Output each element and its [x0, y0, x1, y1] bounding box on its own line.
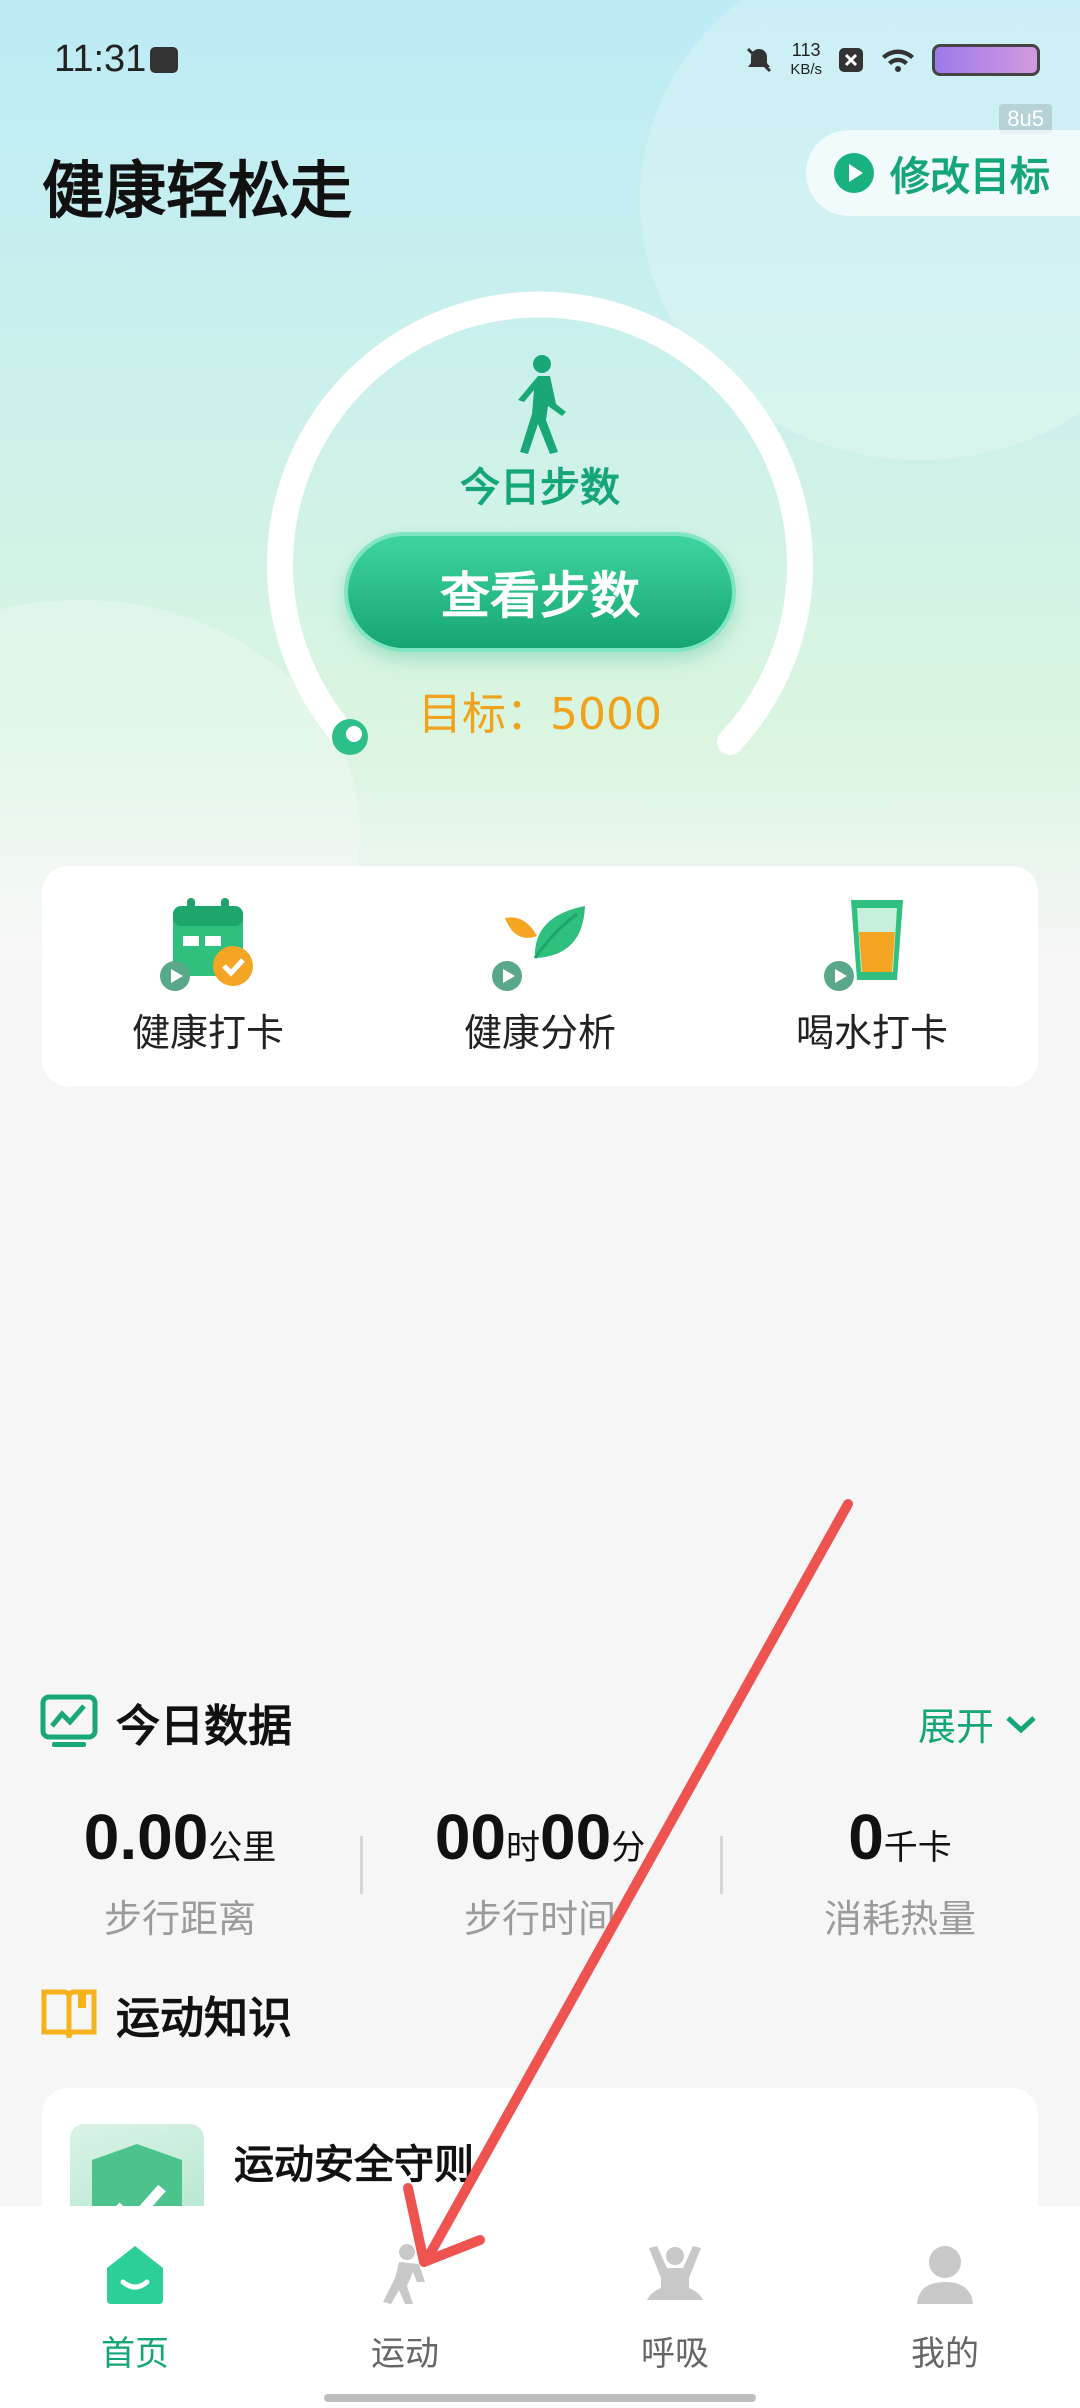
hours-value: 00 [434, 1801, 506, 1873]
quick-action-health-analysis[interactable]: 健康分析 [390, 896, 690, 1057]
quick-action-label: 健康打卡 [131, 1010, 284, 1055]
expand-button[interactable]: 展开 [918, 1696, 1038, 1751]
today-steps-label: 今日步数 [460, 465, 620, 511]
stat-label: 消耗热量 [823, 1897, 976, 1941]
stat-label: 步行时间 [463, 1897, 616, 1941]
chart-monitor-icon [40, 1694, 98, 1747]
home-indicator[interactable] [324, 2394, 756, 2402]
distance-unit: 公里 [208, 1828, 277, 1868]
tab-label: 运动 [371, 2334, 439, 2374]
water-cup-icon [824, 899, 903, 991]
notification-icon [150, 47, 178, 73]
today-data-title: 今日数据 [116, 1701, 292, 1752]
knowledge-item-title: 运动安全守则 [234, 2142, 474, 2188]
tab-label: 呼吸 [641, 2334, 709, 2374]
hours-unit: 时 [506, 1828, 540, 1868]
stat-distance: 0.00公里 步行距离 [0, 1800, 360, 1943]
quick-actions-card: 健康打卡 健康分析 喝水打卡 [42, 866, 1038, 1086]
stat-value: 00时00分 [360, 1800, 720, 1874]
tab-profile[interactable]: 我的 [810, 2206, 1080, 2408]
close-box-icon [839, 48, 863, 72]
knowledge-title: 运动知识 [116, 1993, 292, 2044]
mute-bell-icon [747, 47, 772, 73]
stat-calories: 0千卡 消耗热量 [720, 1800, 1080, 1943]
stat-value: 0千卡 [720, 1800, 1080, 1874]
tab-label: 我的 [911, 2334, 979, 2374]
view-steps-button[interactable]: 查看步数 [344, 532, 736, 652]
minutes-value: 00 [540, 1801, 612, 1873]
exercise-icon [383, 2244, 425, 2304]
expand-label: 展开 [917, 1705, 994, 1749]
bottom-tab-bar: 首页 运动 呼吸 我的 [0, 2206, 1080, 2408]
breath-icon [647, 2246, 703, 2300]
stat-value: 0.00公里 [0, 1800, 360, 1874]
quick-action-water-checkin[interactable]: 喝水打卡 [722, 896, 1022, 1057]
today-stats: 0.00公里 步行距离 00时00分 步行时间 0千卡 消耗热量 [0, 1800, 1080, 1943]
stat-walk-time: 00时00分 步行时间 [360, 1800, 720, 1943]
distance-value: 0.00 [83, 1801, 209, 1873]
minutes-unit: 分 [611, 1828, 646, 1868]
battery-icon [932, 44, 1040, 76]
tab-breathing[interactable]: 呼吸 [540, 2206, 810, 2408]
wifi-icon [882, 49, 914, 72]
leaf-icon [492, 905, 585, 991]
edit-goal-label: 修改目标 [890, 154, 1050, 200]
chevron-down-icon [1006, 1715, 1036, 1733]
stat-label: 步行距离 [103, 1897, 256, 1941]
tab-exercise[interactable]: 运动 [270, 2206, 540, 2408]
status-time: 11:31 [54, 38, 147, 80]
edit-goal-button[interactable]: 修改目标 [806, 130, 1080, 216]
status-icons: 113 KB/s [744, 40, 1040, 80]
page-title: 健康轻松走 [42, 154, 353, 227]
profile-icon [917, 2246, 973, 2304]
status-bar: 11:31 113 KB/s 8u5 [0, 0, 1080, 134]
network-speed-value: 113 [791, 40, 821, 60]
calories-unit: 千卡 [883, 1828, 952, 1868]
quick-action-health-checkin[interactable]: 健康打卡 [58, 896, 358, 1057]
network-speed-unit: KB/s [790, 61, 822, 78]
knowledge-header: 运动知识 [40, 1982, 292, 2046]
calories-value: 0 [848, 1801, 884, 1873]
play-icon [834, 153, 874, 193]
calendar-check-icon [160, 897, 253, 991]
network-speed: 113 KB/s [790, 40, 822, 80]
tab-home[interactable]: 首页 [0, 2206, 270, 2408]
tab-label: 首页 [101, 2334, 169, 2374]
walking-person-icon [518, 355, 566, 454]
book-icon [41, 1989, 97, 2039]
quick-action-label: 健康分析 [463, 1010, 616, 1055]
step-target: 目标：5000 [418, 689, 662, 740]
home-icon [107, 2246, 163, 2304]
quick-action-label: 喝水打卡 [795, 1010, 948, 1055]
today-data-header: 今日数据 [40, 1690, 292, 1754]
